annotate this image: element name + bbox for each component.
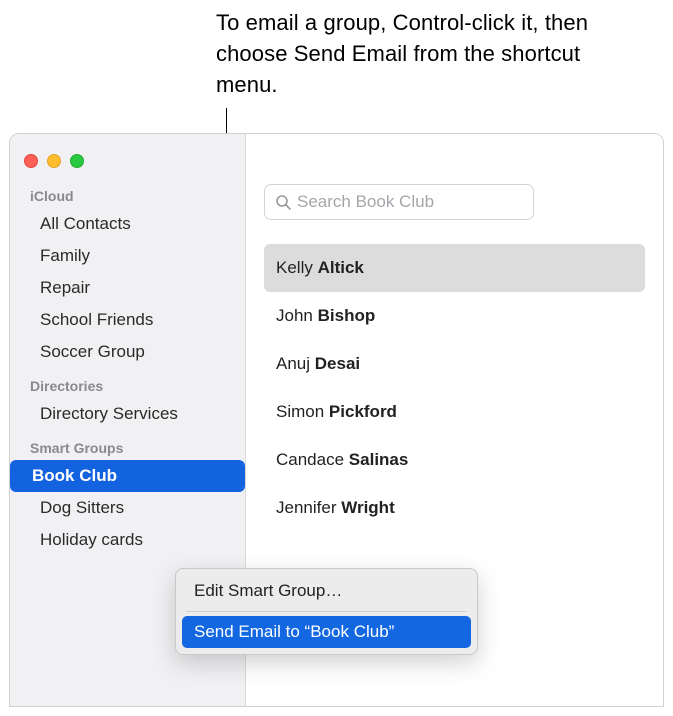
contact-row[interactable]: Candace Salinas (264, 436, 645, 484)
contact-last-name: Wright (341, 498, 395, 517)
contact-last-name: Salinas (349, 450, 409, 469)
sidebar-item-school-friends[interactable]: School Friends (18, 304, 237, 336)
contact-first-name: Simon (276, 402, 324, 421)
help-annotation: To email a group, Control-click it, then… (216, 8, 646, 100)
sidebar-item-all-contacts[interactable]: All Contacts (18, 208, 237, 240)
menu-item-send-email[interactable]: Send Email to “Book Club” (182, 616, 471, 648)
close-window-button[interactable] (24, 154, 38, 168)
contact-first-name: Jennifer (276, 498, 336, 517)
sidebar-item-book-club[interactable]: Book Club (10, 460, 245, 492)
contact-row[interactable]: Jennifer Wright (264, 484, 645, 532)
sidebar-item-dog-sitters[interactable]: Dog Sitters (18, 492, 237, 524)
sidebar-item-family[interactable]: Family (18, 240, 237, 272)
contact-row[interactable]: Anuj Desai (264, 340, 645, 388)
menu-separator (186, 611, 467, 612)
sidebar-section-icloud: iCloud (10, 178, 245, 208)
contact-row[interactable]: Simon Pickford (264, 388, 645, 436)
sidebar-section-directories: Directories (10, 368, 245, 398)
sidebar-section-smart-groups: Smart Groups (10, 430, 245, 460)
sidebar-item-soccer-group[interactable]: Soccer Group (18, 336, 237, 368)
contact-first-name: Candace (276, 450, 344, 469)
contact-first-name: John (276, 306, 313, 325)
contact-first-name: Anuj (276, 354, 310, 373)
contact-last-name: Desai (315, 354, 360, 373)
minimize-window-button[interactable] (47, 154, 61, 168)
window-controls (10, 146, 245, 178)
contact-last-name: Pickford (329, 402, 397, 421)
sidebar-item-repair[interactable]: Repair (18, 272, 237, 304)
contact-row[interactable]: John Bishop (264, 292, 645, 340)
context-menu: Edit Smart Group… Send Email to “Book Cl… (175, 568, 478, 655)
search-input[interactable] (297, 192, 523, 212)
contact-row[interactable]: Kelly Altick (264, 244, 645, 292)
contact-last-name: Bishop (318, 306, 376, 325)
contact-first-name: Kelly (276, 258, 313, 277)
contact-last-name: Altick (318, 258, 364, 277)
search-icon (275, 194, 291, 210)
sidebar-item-directory-services[interactable]: Directory Services (18, 398, 237, 430)
sidebar-item-holiday-cards[interactable]: Holiday cards (18, 524, 237, 556)
search-box[interactable] (264, 184, 534, 220)
menu-item-edit-smart-group[interactable]: Edit Smart Group… (182, 575, 471, 607)
zoom-window-button[interactable] (70, 154, 84, 168)
